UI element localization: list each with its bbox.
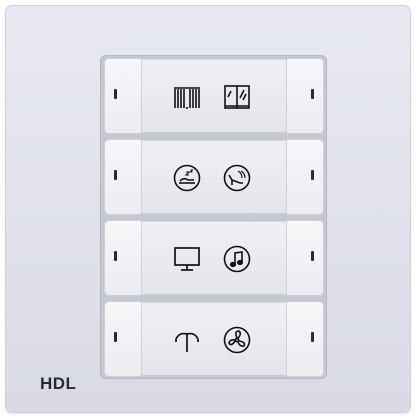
key-4-left-button[interactable] bbox=[104, 301, 142, 377]
key-3-label-plate bbox=[142, 221, 286, 295]
indicator-led bbox=[311, 89, 314, 99]
indicator-led bbox=[311, 170, 314, 180]
indicator-led bbox=[311, 332, 314, 342]
key-4-right-button[interactable] bbox=[286, 301, 324, 377]
key-row-1 bbox=[104, 58, 324, 134]
key-1-right-button[interactable] bbox=[286, 58, 324, 134]
relax-scene-icon bbox=[222, 163, 252, 193]
key-2-right-button[interactable] bbox=[286, 139, 324, 215]
window-blind-icon bbox=[222, 82, 252, 112]
key-2-label-plate bbox=[142, 140, 286, 214]
indicator-led bbox=[114, 251, 117, 261]
music-note-icon bbox=[222, 244, 252, 274]
key-row-2 bbox=[104, 139, 324, 215]
key-4-label-plate bbox=[142, 302, 286, 376]
sleep-scene-icon bbox=[172, 163, 202, 193]
key-3-right-button[interactable] bbox=[286, 220, 324, 296]
key-row-3 bbox=[104, 220, 324, 296]
key-3-left-button[interactable] bbox=[104, 220, 142, 296]
tv-monitor-icon bbox=[172, 244, 202, 274]
curtain-icon bbox=[172, 82, 202, 112]
indicator-led bbox=[114, 170, 117, 180]
indicator-led bbox=[311, 251, 314, 261]
key-1-left-button[interactable] bbox=[104, 58, 142, 134]
double-lamp-icon bbox=[172, 325, 202, 355]
fan-icon bbox=[222, 325, 252, 355]
brand-logo: HDL bbox=[40, 374, 77, 393]
key-1-label-plate bbox=[142, 59, 286, 133]
indicator-led bbox=[114, 89, 117, 99]
indicator-led bbox=[114, 332, 117, 342]
key-2-left-button[interactable] bbox=[104, 139, 142, 215]
key-row-4 bbox=[104, 301, 324, 377]
